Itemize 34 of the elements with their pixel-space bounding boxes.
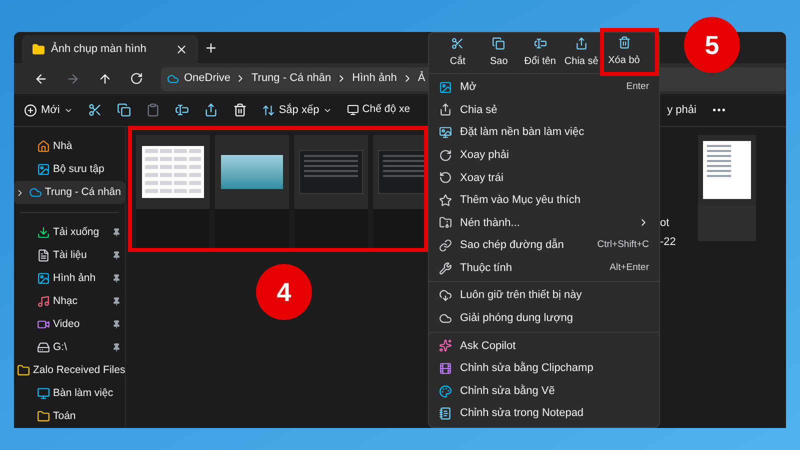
menu-label: Nén thành...	[460, 216, 521, 231]
menu-label: Luôn giữ trên thiết bị này	[460, 288, 583, 304]
menu-label: Chỉnh sửa bằng Vẽ	[460, 384, 556, 399]
sidebar-label: Zalo Received Files	[33, 362, 126, 378]
menu-label: Chỉnh sửa trong Notepad	[460, 406, 585, 422]
menu-label: Thêm vào Mục yêu thích	[460, 193, 582, 208]
menu-label: Chia sẻ	[460, 102, 498, 118]
menu-label: Giải phóng dung lượng	[460, 311, 574, 326]
sidebar-label: Tải xuống	[53, 224, 100, 240]
sidebar-label: Bàn làm việc	[53, 386, 114, 401]
sidebar-label: G:\	[53, 340, 68, 355]
menu-label: Thuộc tính	[460, 260, 513, 276]
file-name: -22	[660, 234, 677, 250]
shortcut-label: Alt+Enter	[610, 261, 649, 276]
sidebar-label: Trung - Cá nhân	[44, 184, 121, 200]
menu-label: Xoay trái	[460, 170, 504, 186]
menu-label: Chỉnh sửa bằng Clipchamp	[460, 360, 594, 376]
menu-label: Xoay phải	[460, 148, 510, 163]
shortcut-label: Enter	[626, 80, 649, 94]
sidebar-label: Toán	[53, 408, 77, 424]
sidebar-label: Nhạc	[53, 294, 79, 309]
menu-label: Ask Copilot	[460, 338, 517, 354]
menu-label: Đặt làm nền bàn làm việc	[460, 125, 586, 140]
file-name: ot	[660, 216, 670, 232]
step-badge: 5	[684, 17, 740, 73]
tab-title: Ảnh chụp màn hình	[51, 41, 148, 57]
shortcut-label: Ctrl+Shift+C	[597, 238, 649, 252]
menu-label: Sao chép đường dẫn	[460, 238, 565, 254]
sidebar-label: Video	[53, 316, 81, 332]
menu-label: Mở	[460, 80, 478, 96]
sidebar-label: Bộ sưu tập	[53, 162, 106, 177]
sidebar-label: Hình ảnh	[53, 270, 97, 286]
sidebar-label: Nhà	[53, 138, 74, 154]
sidebar-label: Tài liệu	[53, 248, 88, 263]
